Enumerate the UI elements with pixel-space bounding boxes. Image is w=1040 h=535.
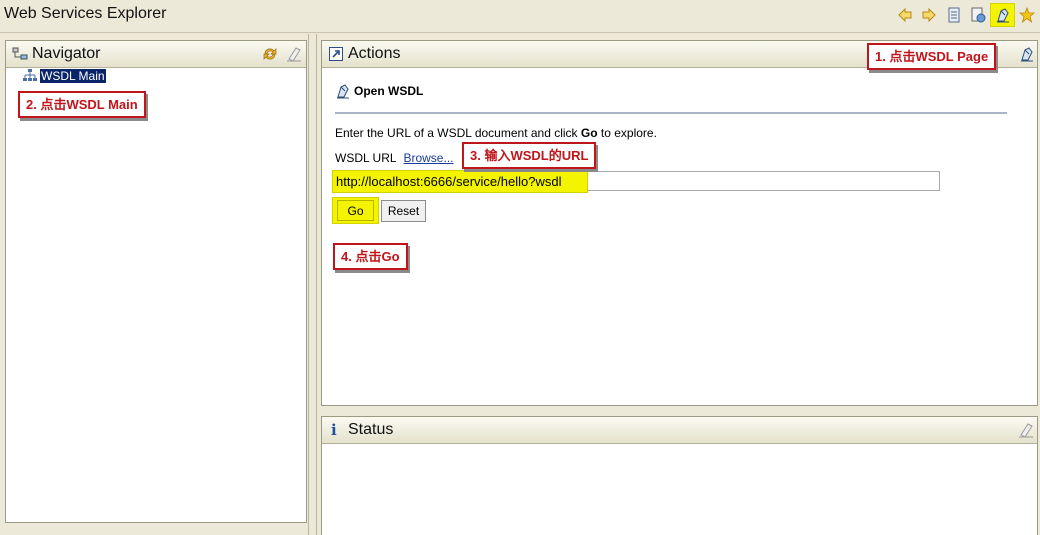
title-bar: Web Services Explorer bbox=[0, 0, 1040, 33]
tree-item-wsdl-main[interactable]: WSDL Main bbox=[22, 68, 106, 84]
go-button[interactable]: Go bbox=[337, 200, 374, 221]
star-icon bbox=[1019, 7, 1035, 23]
forward-button[interactable] bbox=[918, 4, 940, 26]
wsdl-page-button[interactable] bbox=[990, 3, 1015, 27]
hierarchy-icon bbox=[23, 69, 37, 81]
uddi-page-button[interactable] bbox=[943, 4, 965, 26]
navigator-icon bbox=[12, 47, 28, 60]
browse-link[interactable]: Browse... bbox=[403, 151, 453, 165]
instruction-text: Enter the URL of a WSDL document and cli… bbox=[335, 126, 657, 140]
wsil-page-button[interactable] bbox=[967, 4, 989, 26]
info-icon: i bbox=[331, 421, 337, 439]
status-panel: i Status bbox=[321, 416, 1038, 535]
section-divider bbox=[335, 112, 1007, 114]
horizontal-splitter[interactable] bbox=[317, 406, 1040, 412]
back-button[interactable] bbox=[894, 4, 916, 26]
wsdl-url-value[interactable]: http://localhost:6666/service/hello?wsdl bbox=[332, 170, 588, 193]
url-label-row: WSDL URL Browse... bbox=[335, 151, 453, 165]
annotation-step-4: 4. 点击Go bbox=[333, 243, 408, 270]
actions-panel: Actions bbox=[321, 40, 1038, 406]
arrow-right-icon bbox=[922, 7, 936, 23]
actions-title: Actions bbox=[348, 45, 401, 62]
annotation-step-3: 3. 输入WSDL的URL bbox=[462, 142, 597, 169]
clear-icon[interactable] bbox=[286, 46, 302, 62]
tree-item-label: WSDL Main bbox=[40, 69, 106, 83]
navigator-title: Navigator bbox=[32, 45, 101, 62]
annotation-step-2: 2. 点击WSDL Main bbox=[18, 91, 146, 118]
wsil-page-icon bbox=[971, 7, 986, 23]
wsdl-page-icon bbox=[996, 8, 1009, 23]
navigator-header: Navigator bbox=[6, 41, 306, 68]
favorites-button[interactable] bbox=[1016, 4, 1038, 26]
status-header: i Status bbox=[322, 417, 1037, 444]
reset-button[interactable]: Reset bbox=[381, 200, 426, 222]
wsdl-page-icon bbox=[337, 84, 349, 99]
vertical-splitter[interactable] bbox=[308, 34, 317, 535]
wsdl-page-icon bbox=[1021, 47, 1033, 62]
open-wsdl-heading: Open WSDL bbox=[335, 82, 423, 100]
annotation-step-1: 1. 点击WSDL Page bbox=[867, 43, 997, 70]
url-label: WSDL URL bbox=[335, 151, 397, 165]
status-title: Status bbox=[348, 421, 394, 438]
clear-icon[interactable] bbox=[1018, 422, 1034, 438]
uddi-page-icon bbox=[948, 7, 960, 23]
arrow-left-icon bbox=[898, 7, 912, 23]
sync-icon[interactable] bbox=[262, 46, 278, 62]
section-title: Open WSDL bbox=[354, 84, 424, 98]
app-title: Web Services Explorer bbox=[4, 5, 167, 22]
maximize-icon[interactable] bbox=[329, 47, 343, 61]
